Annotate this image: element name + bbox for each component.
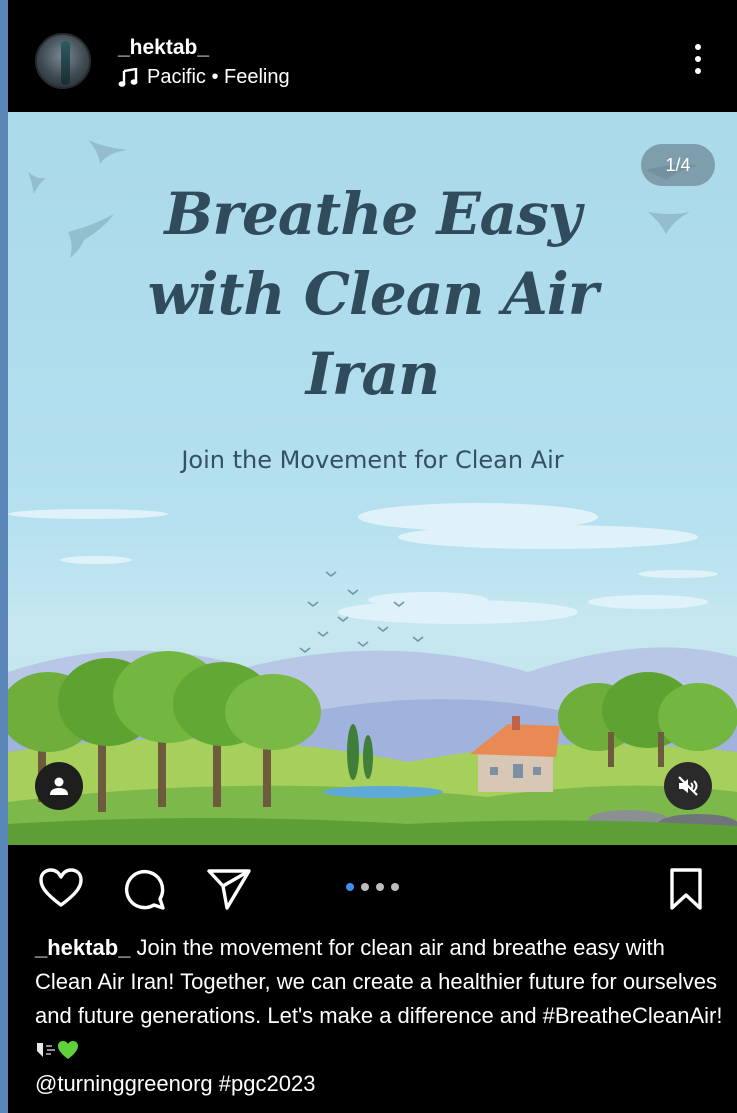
post-headline: Breathe Easy with Clean Air Iran <box>8 174 737 414</box>
user-tag-button[interactable] <box>35 762 83 810</box>
mute-icon <box>678 776 698 796</box>
caption-text: Join the movement for clean air and brea… <box>35 935 723 1028</box>
carousel-dot <box>361 883 369 891</box>
audio-track[interactable]: Pacific • Feeling <box>118 66 290 89</box>
audio-label: Pacific • Feeling <box>147 66 290 88</box>
heart-icon[interactable] <box>38 867 84 909</box>
instagram-post: _hektab_ Pacific • Feeling Breathe Easy … <box>8 0 737 1113</box>
post-header: _hektab_ Pacific • Feeling <box>8 0 737 112</box>
carousel-dot <box>391 883 399 891</box>
user-tag-icon <box>50 777 68 795</box>
post-caption: _hektab_ Join the movement for clean air… <box>35 931 725 1101</box>
caption-username[interactable]: _hektab_ <box>35 935 130 960</box>
carousel-counter: 1/4 <box>641 144 715 186</box>
headline-line: Iran <box>305 340 440 408</box>
headline-line: Breathe Easy <box>164 180 581 248</box>
post-username[interactable]: _hektab_ <box>118 36 209 60</box>
mute-button[interactable] <box>664 762 712 810</box>
caption-tags[interactable]: @turninggreenorg #pgc2023 <box>35 1071 315 1096</box>
post-subheading: Join the Movement for Clean Air <box>181 446 564 474</box>
action-bar <box>8 845 737 933</box>
more-options-icon[interactable] <box>688 44 708 80</box>
carousel-dot-active <box>346 883 354 891</box>
post-image[interactable]: Breathe Easy with Clean Air Iran Join th… <box>8 112 737 845</box>
headline-line: with Clean Air <box>147 260 599 328</box>
green-heart-icon <box>58 1041 78 1059</box>
comment-icon[interactable] <box>122 867 166 911</box>
wind-emoji-icon <box>37 1043 55 1057</box>
share-icon[interactable] <box>206 867 252 911</box>
bookmark-icon[interactable] <box>668 867 704 911</box>
carousel-indicator <box>346 883 406 891</box>
avatar[interactable] <box>35 33 91 89</box>
music-note-icon <box>118 67 138 87</box>
carousel-dot <box>376 883 384 891</box>
